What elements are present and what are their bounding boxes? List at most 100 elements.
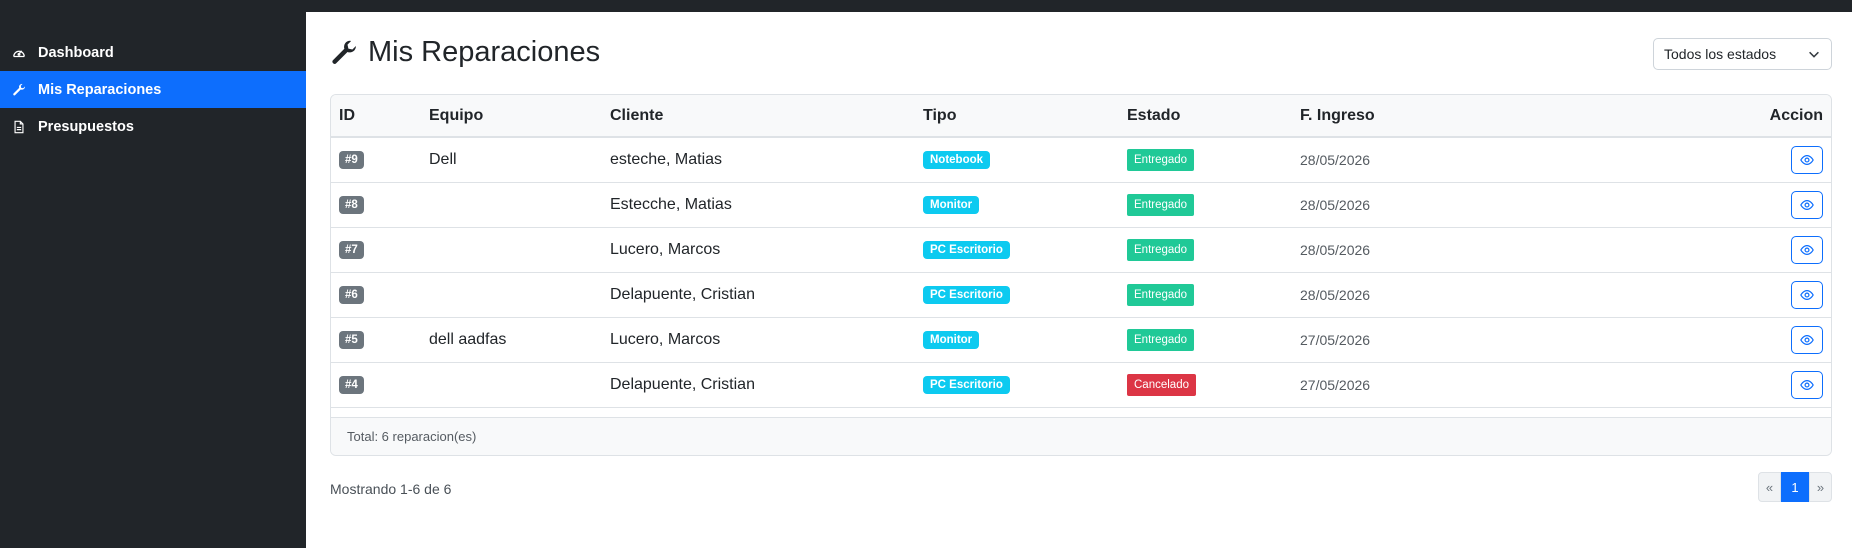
page-title: Mis Reparaciones — [330, 36, 600, 69]
column-header-cliente: Cliente — [602, 95, 915, 138]
cell-equipo — [421, 272, 602, 317]
cell-estado: Entregado — [1119, 272, 1292, 317]
repairs-table-card: ID Equipo Cliente Tipo Estado F. Ingreso… — [330, 94, 1832, 456]
status-filter-value: Todos los estados — [1664, 46, 1777, 62]
column-header-estado: Estado — [1119, 95, 1292, 138]
status-filter-select[interactable]: Todos los estados — [1653, 38, 1832, 70]
cell-cliente: Lucero, Marcos — [610, 240, 721, 258]
cell-accion — [1492, 227, 1831, 272]
cell-accion — [1492, 362, 1831, 407]
table-row: #8 Estecche, Matias Monitor Entregado 28/05/… — [331, 182, 1831, 227]
tipo-badge: Notebook — [923, 151, 991, 170]
cell-fecha-ingreso: 28/05/2026 — [1300, 241, 1371, 258]
table-header-row: ID Equipo Cliente Tipo Estado F. Ingreso… — [331, 95, 1831, 138]
cell-id: #8 — [331, 182, 421, 227]
wrench-icon — [332, 40, 356, 64]
sidebar-item-dashboard[interactable]: Dashboard — [0, 34, 306, 71]
estado-badge: Entregado — [1127, 328, 1195, 351]
cell-id: #9 — [331, 137, 421, 182]
cell-id: #6 — [331, 272, 421, 317]
view-button[interactable] — [1791, 370, 1823, 399]
cell-tipo: Monitor — [915, 182, 1119, 227]
estado-badge: Entregado — [1127, 193, 1195, 216]
cell-estado: Entregado — [1119, 317, 1292, 362]
cell-fecha-ingreso: 28/05/2026 — [1300, 151, 1371, 168]
cell-estado: Entregado — [1119, 227, 1292, 272]
id-badge: #5 — [339, 331, 364, 349]
eye-icon — [1800, 244, 1814, 255]
estado-badge: Cancelado — [1127, 373, 1196, 396]
top-bar — [0, 0, 1852, 12]
cell-cliente: Delapuente, Cristian — [610, 285, 755, 303]
pagination: « 1 » — [1758, 472, 1832, 502]
sidebar-item-mis-reparaciones[interactable]: Mis Reparaciones — [0, 71, 306, 108]
tipo-badge: Monitor — [923, 331, 980, 349]
table-footer: Total: 6 reparacion(es) — [331, 417, 1831, 455]
cell-id: #5 — [331, 317, 421, 362]
sidebar: Dashboard Mis Reparaciones Presupuestos — [0, 12, 306, 548]
cell-accion — [1492, 137, 1831, 182]
cell-tipo: PC Escritorio — [915, 272, 1119, 317]
estado-badge: Entregado — [1127, 148, 1195, 171]
pagination-page-1[interactable]: 1 — [1781, 472, 1809, 502]
table-row: #5 dell aadfas Lucero, Marcos Monitor Entreg… — [331, 317, 1831, 362]
pagination-next-button[interactable]: » — [1809, 472, 1832, 502]
table-row: #9 Dell esteche, Matias Notebook Entregado 28… — [331, 137, 1831, 182]
cell-tipo: PC Escritorio — [915, 362, 1119, 407]
cell-tipo: Notebook — [915, 137, 1119, 182]
cell-accion — [1492, 317, 1831, 362]
cell-equipo: dell aadfas — [429, 330, 507, 348]
view-button[interactable] — [1791, 190, 1823, 219]
column-header-id: ID — [331, 95, 421, 138]
chevron-down-icon — [1807, 47, 1821, 61]
pagination-prev-button[interactable]: « — [1758, 472, 1781, 502]
cell-fecha-ingreso: 27/05/2026 — [1300, 376, 1371, 393]
pagination-summary: Mostrando 1-6 de 6 — [330, 481, 452, 497]
id-badge: #4 — [339, 376, 364, 394]
cell-equipo — [421, 362, 602, 407]
main-content: Mis Reparaciones Todos los estados ID Eq… — [306, 12, 1852, 548]
id-badge: #7 — [339, 241, 364, 259]
sidebar-item-label: Mis Reparaciones — [38, 81, 162, 98]
eye-icon — [1800, 154, 1814, 165]
cell-id: #4 — [331, 362, 421, 407]
cell-tipo: PC Escritorio — [915, 227, 1119, 272]
table-row: #4 Delapuente, Cristian PC Escritorio Cance… — [331, 362, 1831, 407]
column-header-equipo: Equipo — [421, 95, 602, 138]
id-badge: #6 — [339, 286, 364, 304]
view-button[interactable] — [1791, 280, 1823, 309]
id-badge: #8 — [339, 196, 364, 214]
eye-icon — [1800, 199, 1814, 210]
table-row: #7 Lucero, Marcos PC Escritorio Entregado 28… — [331, 227, 1831, 272]
eye-icon — [1800, 334, 1814, 345]
column-header-tipo: Tipo — [915, 95, 1119, 138]
id-badge: #9 — [339, 151, 364, 170]
eye-icon — [1800, 289, 1814, 300]
cell-tipo: Monitor — [915, 317, 1119, 362]
cell-cliente: Estecche, Matias — [610, 195, 732, 213]
sidebar-item-label: Presupuestos — [38, 118, 134, 135]
wrench-icon — [12, 83, 26, 97]
cell-equipo: Dell — [429, 150, 457, 168]
tipo-badge: Monitor — [923, 196, 980, 214]
repairs-table: ID Equipo Cliente Tipo Estado F. Ingreso… — [331, 95, 1831, 408]
cell-cliente: esteche, Matias — [610, 150, 723, 168]
view-button[interactable] — [1791, 235, 1823, 264]
sidebar-item-presupuestos[interactable]: Presupuestos — [0, 108, 306, 145]
column-header-fecha-ingreso: F. Ingreso — [1292, 95, 1492, 138]
cell-accion — [1492, 272, 1831, 317]
view-button[interactable] — [1791, 325, 1823, 354]
view-button[interactable] — [1791, 145, 1823, 174]
cell-equipo — [421, 227, 602, 272]
cell-cliente: Lucero, Marcos — [610, 330, 721, 348]
cell-estado: Entregado — [1119, 137, 1292, 182]
tipo-badge: PC Escritorio — [923, 286, 1010, 304]
estado-badge: Entregado — [1127, 283, 1195, 306]
column-header-accion: Accion — [1492, 95, 1831, 138]
cell-equipo — [421, 182, 602, 227]
cell-estado: Entregado — [1119, 182, 1292, 227]
cell-accion — [1492, 182, 1831, 227]
cell-cliente: Delapuente, Cristian — [610, 375, 755, 393]
cell-fecha-ingreso: 27/05/2026 — [1300, 331, 1371, 348]
sidebar-item-label: Dashboard — [38, 44, 114, 61]
